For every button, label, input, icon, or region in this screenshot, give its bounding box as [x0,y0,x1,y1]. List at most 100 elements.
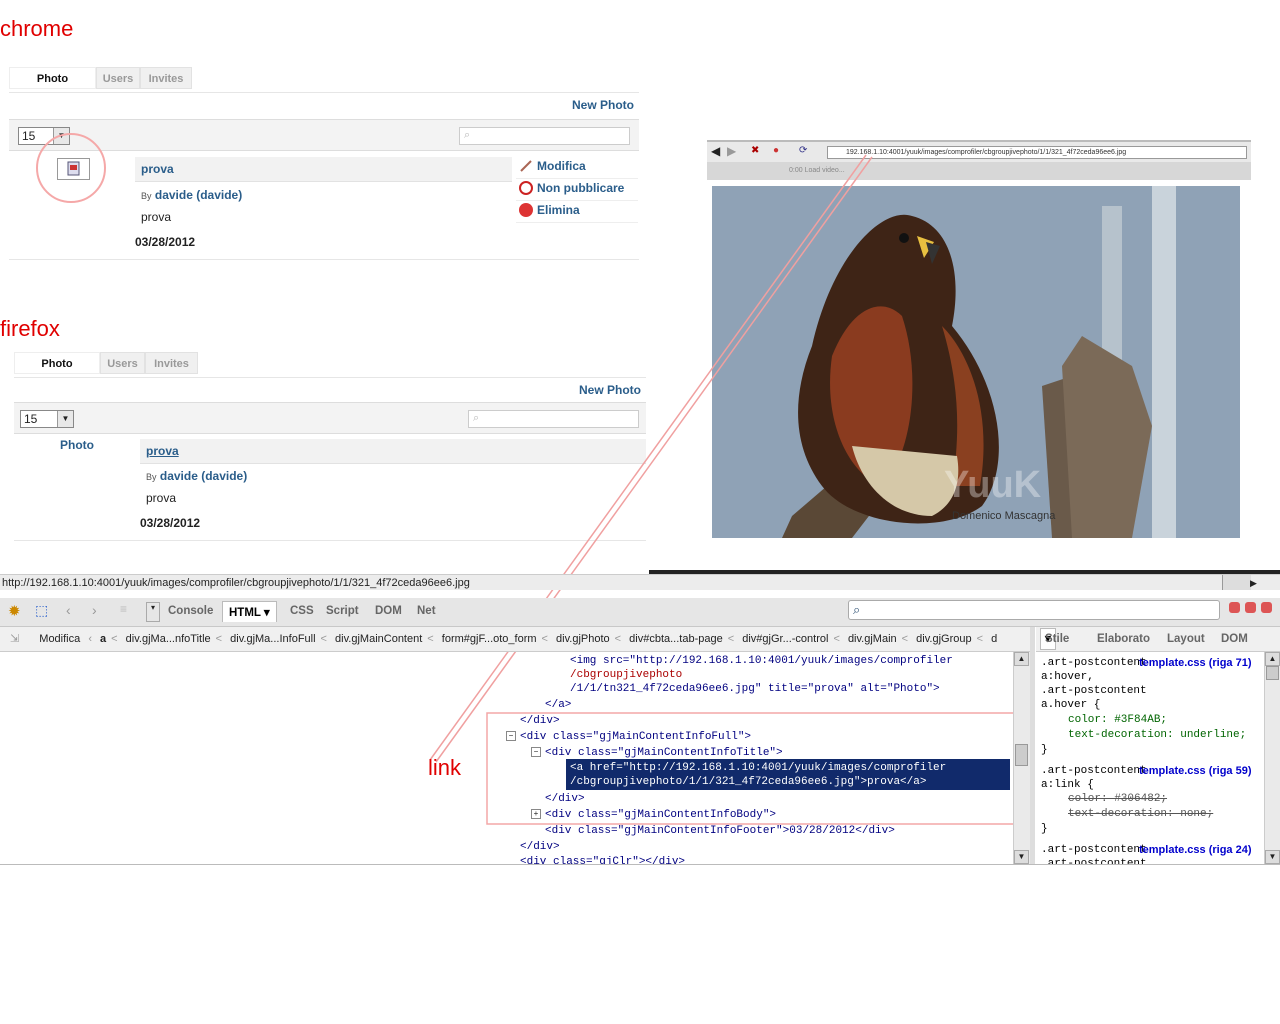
html-line[interactable]: <div class="gjMainContentInfoFooter">03/… [545,824,895,838]
css-prop[interactable]: text-decoration: underline; [1068,728,1246,742]
status-scroll-thumb[interactable] [1222,575,1251,590]
forward-icon[interactable]: › [92,602,97,618]
firefox-search-input[interactable]: ⌕ [468,410,639,428]
firefox-tab-invites[interactable]: Invites [145,352,198,374]
firefox-author-link[interactable]: davide (davide) [160,469,247,483]
inspect-icon[interactable]: ⬚ [35,602,48,619]
firefox-page-size-select[interactable]: 15 ▼ [20,410,74,428]
stop-icon[interactable]: ✖ [751,145,759,156]
tab-dom[interactable]: DOM [375,605,402,617]
reload-icon[interactable]: ⟳ [799,145,807,156]
back-icon[interactable]: ‹ [66,602,71,618]
breadcrumb-item[interactable]: div.gjMa...nfoTitle [126,633,211,645]
scroll-thumb[interactable] [1266,666,1279,680]
side-tab-dom[interactable]: DOM [1221,627,1248,651]
chrome-author-link[interactable]: davide (davide) [155,188,242,202]
html-line[interactable]: </div> [545,792,585,806]
back-icon[interactable]: ◀ [711,144,720,158]
breadcrumb-item[interactable]: div.gjPhoto [556,633,610,645]
html-line[interactable]: <img src="http://192.168.1.10:4001/yuuk/… [570,654,953,668]
divider [14,377,646,378]
breadcrumb-item[interactable]: d [991,633,997,645]
forward-icon[interactable]: ▶ [727,144,736,158]
css-source-link[interactable]: template.css (riga 24) [1139,844,1252,856]
scroll-down-icon[interactable]: ▼ [1014,850,1029,864]
firebug-breadcrumb: ⇲ Modifica ‹ a < div.gjMa...nfoTitle < div… [0,627,1034,652]
addon-icon[interactable]: ● [773,145,779,156]
breadcrumb-item[interactable]: div.gjMain [848,633,897,645]
css-prop-overridden[interactable]: color: #306482; [1068,792,1167,806]
html-line[interactable]: /cbgroupjivephoto [570,668,682,682]
selected-node[interactable]: <a href="http://192.168.1.10:4001/yuuk/i… [566,759,1010,790]
expand-icon[interactable]: ⇲ [10,633,19,645]
css-source-link[interactable]: template.css (riga 71) [1139,657,1252,669]
html-line[interactable]: </a> [545,698,571,712]
html-panel-scrollbar[interactable]: ▲ ▼ [1013,652,1030,864]
minimize-icon[interactable] [1229,602,1240,613]
scroll-down-icon[interactable]: ▼ [1265,850,1280,864]
by-prefix: By [146,472,157,482]
html-line[interactable]: /1/1/tn321_4f72ceda96ee6.jpg" title="pro… [570,682,940,696]
side-tab-stile[interactable]: Stile ▾ [1040,628,1069,650]
css-close: } [1041,823,1048,835]
css-source-link[interactable]: template.css (riga 59) [1139,765,1252,777]
css-selector: .art-postcontent .art-postcontent [1041,844,1147,864]
css-panel-scrollbar[interactable]: ▲ ▼ [1264,652,1280,864]
collapse-icon[interactable]: − [531,747,541,757]
firefox-tab-photo[interactable]: Photo [14,352,100,374]
firefox-item-title-link[interactable]: prova [146,444,179,458]
scroll-thumb[interactable] [1015,744,1028,766]
breadcrumb-item[interactable]: div.gjGroup [916,633,971,645]
tab-html[interactable]: HTML ▾ [222,601,277,622]
chrome-new-photo-link[interactable]: New Photo [572,98,634,112]
chrome-item-title-link[interactable]: prova [141,162,174,176]
modifica-button[interactable]: Modifica [519,159,586,173]
breadcrumb-item[interactable]: div#gjGr...-control [742,633,828,645]
css-prop[interactable]: color: #3F84AB; [1068,713,1167,727]
mini-url-bar[interactable]: 192.168.1.10:4001/yuuk/images/comprofile… [827,146,1247,159]
side-tab-layout[interactable]: Layout [1167,627,1205,651]
scroll-right-icon[interactable]: ▶ [1250,575,1257,591]
expand-icon[interactable]: + [531,809,541,819]
html-line[interactable]: <div class="gjMainContentInfoTitle"> [545,746,783,760]
breadcrumb-item[interactable]: div.gjMainContent [335,633,422,645]
html-line[interactable]: <div class="gjMainContentInfoFull"> [520,730,751,744]
chrome-tab-invites[interactable]: Invites [140,67,192,89]
close-icon[interactable] [1261,602,1272,613]
elimina-button[interactable]: Elimina [519,203,580,217]
breadcrumb-item[interactable]: Modifica [39,633,80,645]
chrome-tab-users[interactable]: Users [96,67,140,89]
breadcrumb-item[interactable]: form#gjF...oto_form [442,633,537,645]
panel-splitter[interactable] [1030,627,1035,864]
breadcrumb-item[interactable]: div#cbta...tab-page [629,633,723,645]
breadcrumb-item[interactable]: div.gjMa...InfoFull [230,633,315,645]
search-icon: ⌕ [853,602,861,617]
list-icon[interactable]: ≡ [120,602,127,616]
firebug-search-input[interactable]: ⌕ [848,600,1220,620]
chrome-tab-photo[interactable]: Photo [9,67,96,89]
firefox-image-alt-text[interactable]: Photo [60,438,94,452]
breadcrumb-scroll-left-icon[interactable]: ‹ [88,633,92,645]
css-prop-overridden[interactable]: text-decoration: none; [1068,807,1213,821]
collapse-icon[interactable]: − [506,731,516,741]
html-line[interactable]: <div class="gjClr"></div> [520,855,685,864]
non-pubblicare-button[interactable]: Non pubblicare [519,181,624,195]
html-line[interactable]: </div> [520,714,560,728]
html-line[interactable]: </div> [520,840,560,854]
menu-dropdown-icon[interactable]: ▾ [146,602,160,622]
breadcrumb-item[interactable]: a [100,633,106,645]
tab-script[interactable]: Script [326,605,359,617]
side-tab-elaborato[interactable]: Elaborato [1097,627,1150,651]
detach-icon[interactable] [1245,602,1256,613]
firefox-new-photo-link[interactable]: New Photo [579,383,641,397]
tab-css[interactable]: CSS [290,605,314,617]
firefox-tab-users[interactable]: Users [100,352,145,374]
tab-console[interactable]: Console [168,605,213,617]
scroll-up-icon[interactable]: ▲ [1265,652,1280,666]
firebug-icon[interactable]: ✹ [8,602,21,620]
chrome-search-input[interactable]: ⌕ [459,127,630,145]
tab-net[interactable]: Net [417,605,436,617]
html-line[interactable]: <div class="gjMainContentInfoBody"> [545,808,776,822]
scroll-up-icon[interactable]: ▲ [1014,652,1029,666]
status-bar: http://192.168.1.10:4001/yuuk/images/com… [0,574,1280,590]
